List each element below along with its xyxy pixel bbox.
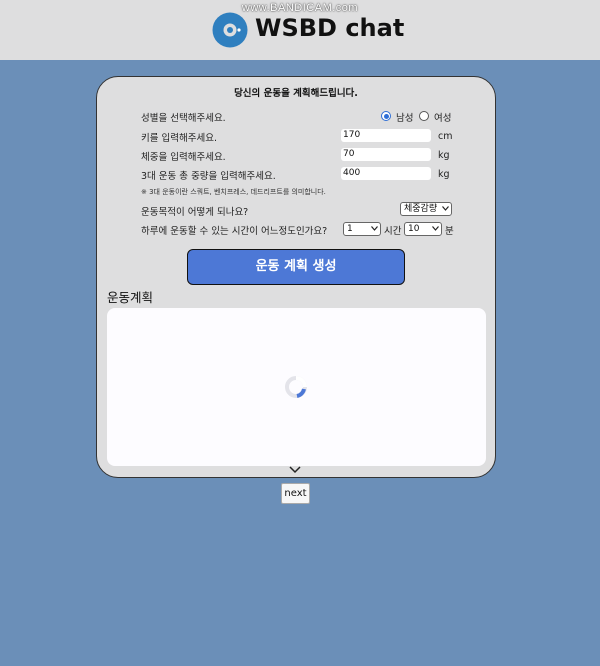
chevron-down-icon[interactable] xyxy=(289,466,301,474)
gender-male-radio[interactable] xyxy=(381,111,391,121)
form-title: 당신의 운동을 계획해드립니다. xyxy=(234,88,358,99)
hours-unit: 시간 xyxy=(384,226,402,237)
goal-label: 운동목적이 어떻게 되나요? xyxy=(141,207,249,218)
chevron-down-icon xyxy=(442,206,449,211)
goal-select-value: 체중감량 xyxy=(404,204,438,214)
minutes-unit: 분 xyxy=(445,226,454,237)
generate-plan-button[interactable]: 운동 계획 생성 xyxy=(187,249,405,285)
hours-select-value: 1 xyxy=(347,224,353,234)
app-title: WSBD chat xyxy=(255,14,405,42)
height-unit: cm xyxy=(438,131,453,142)
height-input[interactable]: 170 xyxy=(341,129,431,142)
hours-select[interactable]: 1 xyxy=(343,222,381,236)
plan-result-area xyxy=(107,308,486,466)
plan-form-card: 당신의 운동을 계획해드립니다. 성별을 선택해주세요. 남성 여성 키를 입력… xyxy=(96,76,496,478)
loading-spinner-icon xyxy=(285,376,307,398)
big3-note: ※ 3대 운동이란 스쿼트, 벤치프레스, 데드리프트를 의미합니다. xyxy=(141,188,326,196)
gender-male-label[interactable]: 남성 xyxy=(396,110,413,124)
chevron-down-icon xyxy=(432,226,439,231)
minutes-select[interactable]: 10 xyxy=(404,222,442,236)
gender-label: 성별을 선택해주세요. xyxy=(141,113,226,124)
gender-female-radio[interactable] xyxy=(419,111,429,121)
goal-select[interactable]: 체중감량 xyxy=(400,202,452,216)
big3-label: 3대 운동 총 중량을 입력해주세요. xyxy=(141,171,276,182)
chevron-down-icon xyxy=(371,226,378,231)
disc-logo-icon xyxy=(212,12,248,48)
watermark-text: www.BANDICAM.com xyxy=(241,2,359,14)
weight-unit: kg xyxy=(438,150,450,161)
weight-label: 체중을 입력해주세요. xyxy=(141,152,226,163)
minutes-select-value: 10 xyxy=(408,224,420,234)
big3-input[interactable]: 400 xyxy=(341,167,431,180)
plan-section-title: 운동계획 xyxy=(107,290,154,305)
time-label: 하루에 운동할 수 있는 시간이 어느정도인가요? xyxy=(141,226,328,237)
gender-female-label[interactable]: 여성 xyxy=(434,110,451,124)
big3-unit: kg xyxy=(438,169,450,180)
weight-input[interactable]: 70 xyxy=(341,148,431,161)
next-button[interactable]: next xyxy=(281,483,310,504)
height-label: 키를 입력해주세요. xyxy=(141,133,217,144)
